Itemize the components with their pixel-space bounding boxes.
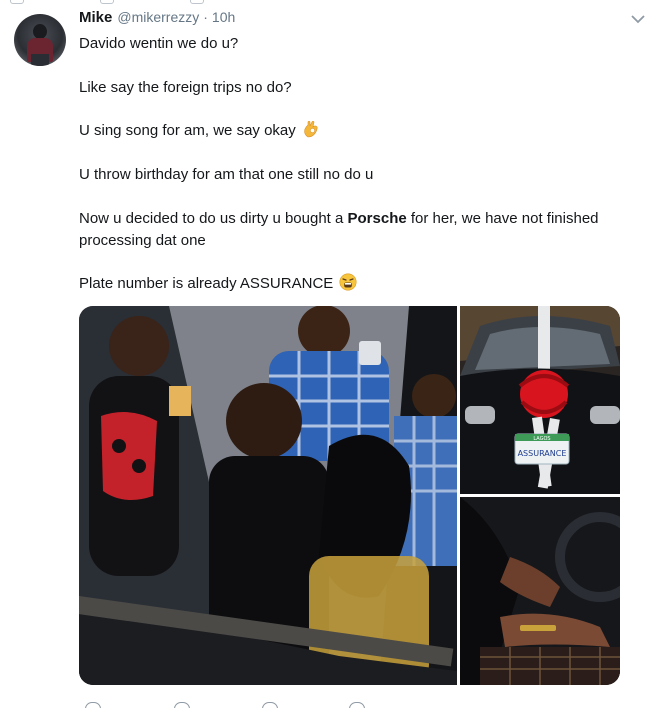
dm-icon[interactable] [349, 702, 365, 708]
tweet-header: Mike @mikerrezzy · 10h [79, 9, 235, 29]
interior-illustration [460, 497, 620, 685]
car-illustration: ASSURANCE LAGOS [460, 306, 620, 494]
avatar[interactable] [14, 14, 66, 66]
plate-text: ASSURANCE [518, 449, 567, 458]
caret-down-icon[interactable] [630, 12, 646, 26]
plate-line-text: Plate number is already ASSURANCE [79, 275, 334, 292]
timestamp[interactable]: 10h [212, 9, 235, 25]
tweet-line-3-text: U sing song for am, we say okay [79, 122, 296, 139]
tweet-line-3: U sing song for am, we say okay [79, 120, 320, 142]
tweet-line-2: Like say the foreign trips no do? [79, 79, 292, 96]
retweet-icon[interactable] [174, 702, 190, 708]
tweet: Mike @mikerrezzy · 10h Davido wentin we … [0, 0, 658, 708]
porsche-before: Now u decided to do us dirty u bought a [79, 210, 348, 227]
tweet-line-1: Davido wentin we do u? [79, 35, 239, 52]
reply-icon[interactable] [85, 702, 101, 708]
like-icon[interactable] [262, 702, 278, 708]
porsche-bold: Porsche [347, 210, 407, 227]
tweet-line-4: U throw birthday for am that one still n… [79, 166, 374, 183]
car-interior-photo[interactable] [460, 497, 620, 685]
avatar-head [33, 24, 47, 39]
party-photo-illustration [79, 306, 457, 685]
ok-hand-emoji [304, 120, 318, 138]
separator: · [203, 9, 208, 25]
tweet-line-5: Now u decided to do us dirty u bought a … [79, 208, 599, 230]
tweet-line-7: Plate number is already ASSURANCE [79, 273, 357, 295]
party-photo[interactable] [79, 306, 457, 685]
user-handle[interactable]: @mikerrezzy [117, 9, 199, 25]
porsche-after: for her, we have not finished [406, 210, 599, 227]
tired-face-emoji [339, 273, 357, 291]
tweet-actions [79, 698, 409, 708]
avatar-legs [31, 54, 49, 66]
tweet-line-6: processing dat one [79, 232, 206, 249]
tweet-media[interactable]: ASSURANCE LAGOS [79, 306, 620, 685]
display-name[interactable]: Mike [79, 9, 112, 26]
porsche-car-photo[interactable]: ASSURANCE LAGOS [460, 306, 620, 494]
plate-state: LAGOS [533, 436, 550, 442]
